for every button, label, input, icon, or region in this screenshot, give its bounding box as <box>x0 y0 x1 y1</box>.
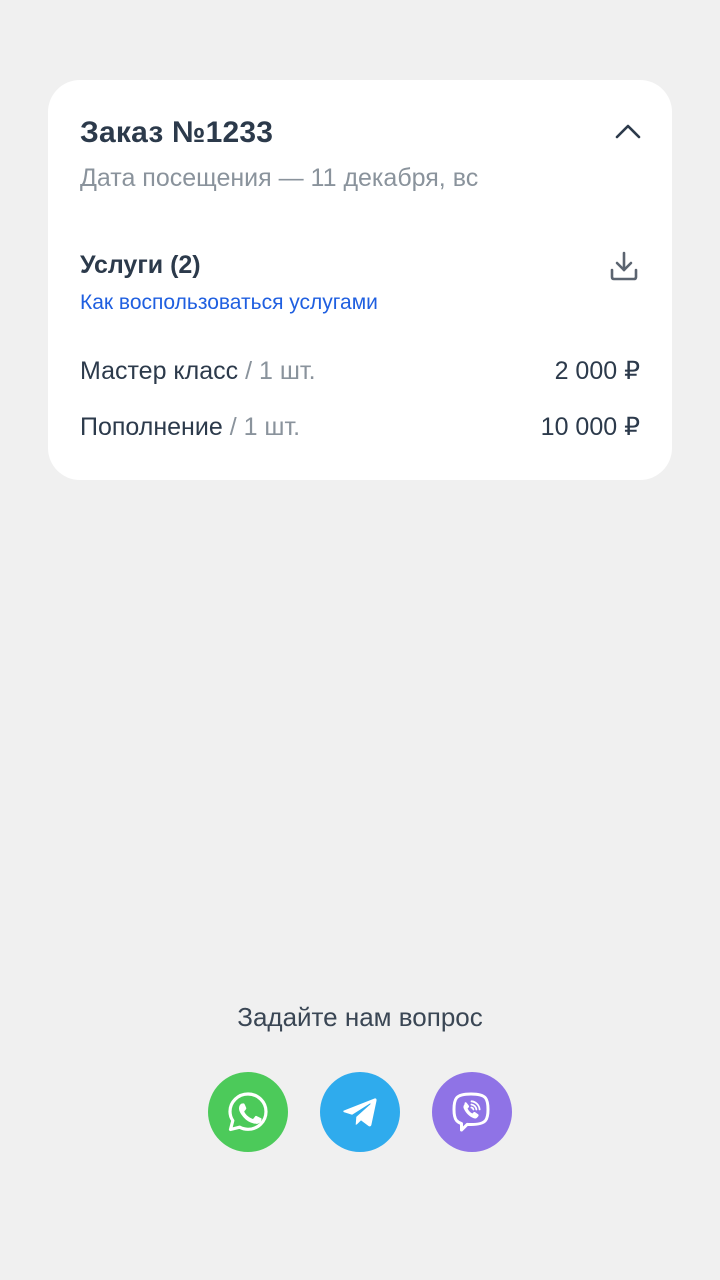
service-label: Мастер класс / 1 шт. <box>80 357 316 386</box>
telegram-icon <box>343 1098 377 1127</box>
services-title: Услуги (2) <box>80 251 201 279</box>
order-title: Заказ №1233 <box>80 116 274 149</box>
service-price: 10 000 ₽ <box>540 413 640 441</box>
telegram-button[interactable] <box>320 1072 400 1152</box>
visit-date: Дата посещения — 11 декабря, вс <box>80 164 479 192</box>
whatsapp-button[interactable] <box>208 1072 288 1152</box>
messenger-buttons <box>208 1072 512 1152</box>
viber-icon <box>452 1092 490 1132</box>
collapse-button[interactable] <box>614 118 642 146</box>
order-card: Заказ №1233 Дата посещения — 11 декабря,… <box>48 80 672 480</box>
service-name: Пополнение <box>80 412 223 441</box>
download-icon <box>610 251 638 281</box>
service-qty: / 1 шт. <box>222 412 301 441</box>
download-button[interactable] <box>608 250 640 282</box>
service-row: Мастер класс / 1 шт. 2 000 ₽ <box>80 354 640 388</box>
whatsapp-icon <box>228 1092 268 1132</box>
service-name: Мастер класс <box>80 356 239 385</box>
chevron-up-icon <box>615 124 641 139</box>
viber-button[interactable] <box>432 1072 512 1152</box>
contact-prompt: Задайте нам вопрос <box>237 1002 483 1032</box>
service-qty: / 1 шт. <box>238 356 316 385</box>
service-label: Пополнение / 1 шт. <box>80 413 300 442</box>
service-row: Пополнение / 1 шт. 10 000 ₽ <box>80 410 640 444</box>
service-price: 2 000 ₽ <box>554 357 640 385</box>
howto-link[interactable]: Как воспользоваться услугами <box>80 291 378 315</box>
